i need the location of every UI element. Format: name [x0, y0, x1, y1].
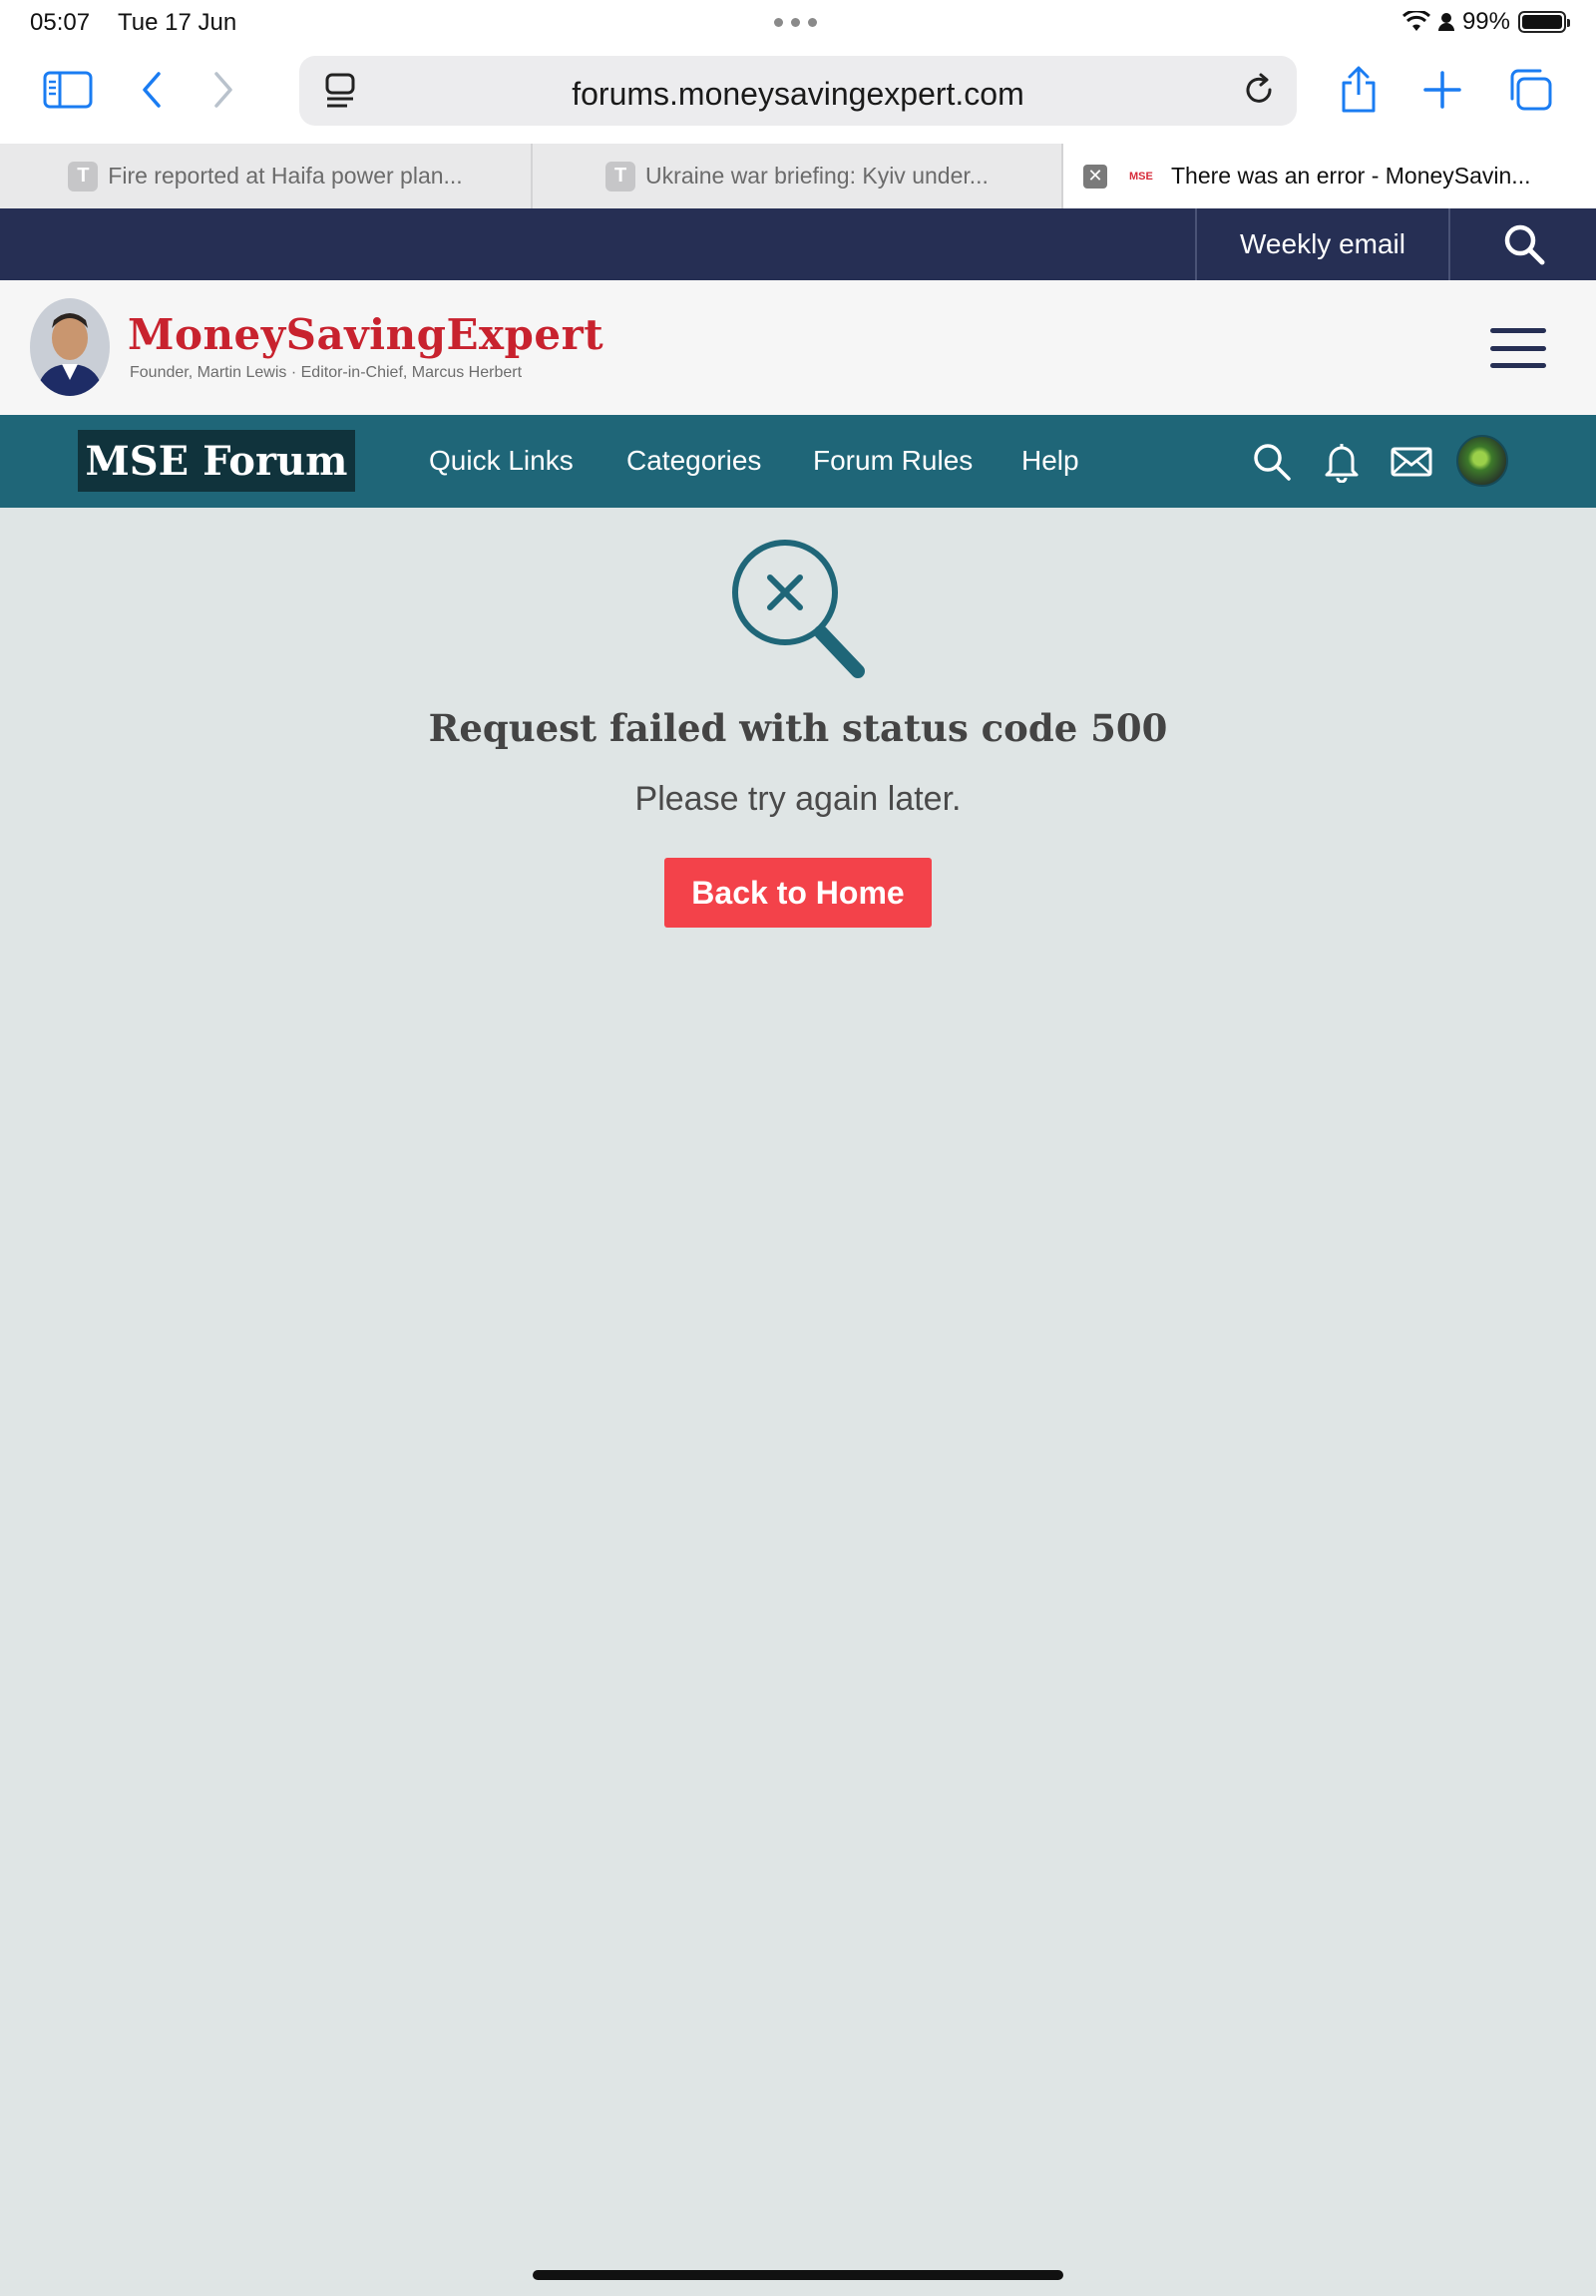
close-tab-icon[interactable]: ✕: [1083, 164, 1107, 189]
error-message: Please try again later.: [634, 780, 962, 818]
nav-categories[interactable]: Categories: [626, 445, 761, 477]
founder-photo: [30, 298, 110, 396]
tab-favicon: T: [68, 161, 99, 191]
share-icon[interactable]: [1331, 62, 1387, 118]
nav-quick-links[interactable]: Quick Links: [429, 445, 574, 477]
back-to-home-button[interactable]: Back to Home: [664, 858, 932, 928]
brand-tagline: Founder, Martin Lewis · Editor-in-Chief,…: [130, 364, 523, 381]
error-search-icon: [728, 537, 868, 681]
tab-haifa[interactable]: T Fire reported at Haifa power plan...: [0, 144, 533, 208]
tab-title: There was an error - MoneySavin...: [1171, 163, 1531, 189]
brand-header: MoneySavingExpert Founder, Martin Lewis …: [0, 280, 1596, 415]
multitasking-dots[interactable]: [774, 18, 817, 27]
url-text[interactable]: forums.moneysavingexpert.com: [299, 76, 1297, 113]
brand-name[interactable]: MoneySavingExpert: [128, 310, 603, 359]
person-icon: [1437, 13, 1454, 31]
new-tab-icon[interactable]: [1414, 62, 1470, 118]
user-avatar[interactable]: [1456, 435, 1508, 487]
search-icon[interactable]: [1452, 208, 1596, 280]
status-indicators: 99%: [1401, 8, 1570, 36]
back-icon[interactable]: [124, 62, 180, 118]
sidebar-icon[interactable]: [40, 62, 96, 118]
home-indicator[interactable]: [533, 2270, 1063, 2280]
url-bar[interactable]: forums.moneysavingexpert.com: [299, 56, 1297, 126]
error-title: Request failed with status code 500: [428, 706, 1168, 750]
menu-icon[interactable]: [1490, 328, 1546, 368]
tab-favicon: T: [605, 161, 636, 191]
wifi-icon: [1401, 11, 1430, 31]
browser-toolbar: forums.moneysavingexpert.com: [0, 46, 1596, 144]
forward-icon[interactable]: [196, 62, 251, 118]
tab-ukraine[interactable]: T Ukraine war briefing: Kyiv under...: [533, 144, 1063, 208]
tab-error-active[interactable]: ✕ MSE There was an error - MoneySavin...: [1063, 144, 1596, 208]
battery-icon: [1518, 11, 1570, 33]
status-time: 05:07: [30, 9, 91, 36]
forum-logo[interactable]: MSE Forum: [78, 430, 355, 492]
nav-help[interactable]: Help: [1021, 445, 1079, 477]
status-date: Tue 17 Jun: [118, 9, 237, 36]
tab-title: Fire reported at Haifa power plan...: [108, 163, 463, 189]
nav-forum-rules[interactable]: Forum Rules: [813, 445, 973, 477]
mail-icon[interactable]: [1389, 439, 1434, 485]
tab-favicon: MSE: [1129, 170, 1153, 183]
tabs-icon[interactable]: [1502, 62, 1558, 118]
forum-nav: MSE Forum Quick Links Categories Forum R…: [0, 415, 1596, 508]
bell-icon[interactable]: [1319, 439, 1365, 485]
site-topbar: Weekly email: [0, 208, 1596, 280]
tab-bar: T Fire reported at Haifa power plan... T…: [0, 144, 1596, 208]
search-icon[interactable]: [1249, 439, 1295, 485]
tab-title: Ukraine war briefing: Kyiv under...: [645, 163, 989, 189]
status-bar: 05:07 Tue 17 Jun 99%: [0, 0, 1596, 46]
battery-percent: 99%: [1461, 8, 1510, 35]
reload-icon[interactable]: [1239, 70, 1279, 115]
weekly-email-link[interactable]: Weekly email: [1195, 208, 1450, 280]
